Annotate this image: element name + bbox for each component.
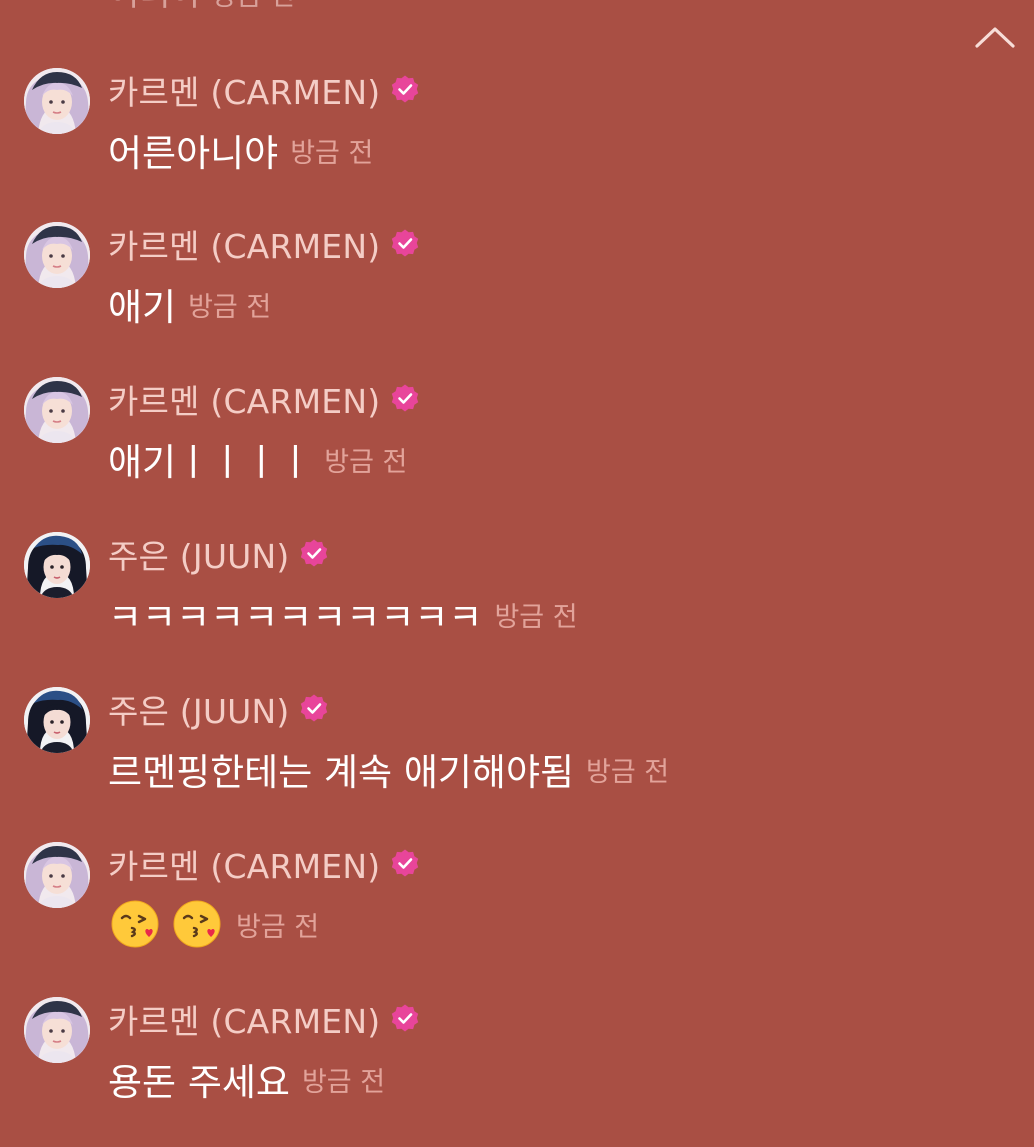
carmen-avatar[interactable] — [24, 997, 90, 1063]
author-name[interactable]: 주은 (JUUN) — [108, 685, 289, 733]
message-text: 르멘핑한테는 계속 애기해야됨 — [108, 751, 575, 794]
author-name[interactable]: 카르멘 (CARMEN) — [108, 995, 380, 1043]
chevron-up-icon — [975, 27, 1015, 48]
chat-message: 카르멘 (CARMEN) 방금 전 — [0, 842, 1034, 992]
partial-top-message: 어리야 방금 전 — [108, 0, 295, 17]
chat-message: 카르멘 (CARMEN) 애기ㅣㅣㅣㅣ 방금 전 — [0, 377, 1034, 527]
verified-badge-icon — [392, 229, 419, 257]
message-time: 방금 전 — [494, 601, 578, 633]
carmen-avatar[interactable] — [24, 842, 90, 908]
author-name[interactable]: 주은 (JUUN) — [108, 530, 289, 578]
juun-avatar[interactable] — [24, 532, 90, 598]
chat-message: 카르멘 (CARMEN) 애기 방금 전 — [0, 222, 1034, 372]
carmen-avatar[interactable] — [24, 222, 90, 288]
carmen-avatar[interactable] — [24, 68, 90, 134]
author-name[interactable]: 카르멘 (CARMEN) — [108, 840, 380, 888]
message-text: 용돈 주세요 — [108, 1061, 290, 1104]
partial-top-time: 방금 전 — [212, 0, 295, 12]
message-text: ㅋㅋㅋㅋㅋㅋㅋㅋㅋㅋㅋ — [108, 596, 483, 639]
collapse-button[interactable] — [970, 20, 1020, 56]
verified-badge-icon — [392, 1004, 419, 1032]
chat-message: 주은 (JUUN) 르멘핑한테는 계속 애기해야됨 방금 전 — [0, 687, 1034, 837]
message-text — [110, 898, 224, 950]
author-name[interactable]: 카르멘 (CARMEN) — [108, 220, 380, 268]
chat-message: 주은 (JUUN) ㅋㅋㅋㅋㅋㅋㅋㅋㅋㅋㅋ 방금 전 — [0, 532, 1034, 682]
partial-top-text: 어리야 — [108, 0, 202, 14]
author-name[interactable]: 카르멘 (CARMEN) — [108, 375, 380, 423]
verified-badge-icon — [301, 694, 328, 722]
message-text: 애기ㅣㅣㅣㅣ — [108, 441, 313, 484]
verified-badge-icon — [392, 384, 419, 412]
message-text: 어른아니야 — [108, 132, 279, 175]
kissing-heart-emoji-icon — [111, 900, 159, 948]
verified-badge-icon — [301, 539, 328, 567]
message-time: 방금 전 — [324, 446, 408, 478]
verified-badge-icon — [392, 849, 419, 877]
juun-avatar[interactable] — [24, 687, 90, 753]
message-time: 방금 전 — [236, 911, 320, 943]
message-time: 방금 전 — [188, 291, 272, 323]
message-time: 방금 전 — [290, 137, 374, 169]
carmen-avatar[interactable] — [24, 377, 90, 443]
message-time: 방금 전 — [586, 756, 670, 788]
chat-message: 카르멘 (CARMEN) 어른아니야 방금 전 — [0, 68, 1034, 218]
chat-feed[interactable]: 어리야방금 전 카르멘 (CARMEN) — [0, 0, 1034, 1142]
kissing-heart-emoji-icon — [173, 900, 221, 948]
verified-badge-icon — [392, 75, 419, 103]
message-text: 애기 — [108, 286, 177, 329]
message-time: 방금 전 — [301, 1066, 386, 1098]
author-name[interactable]: 카르멘 (CARMEN) — [108, 66, 380, 114]
chat-message: 카르멘 (CARMEN) 용돈 주세요 방금 전 — [0, 997, 1034, 1147]
